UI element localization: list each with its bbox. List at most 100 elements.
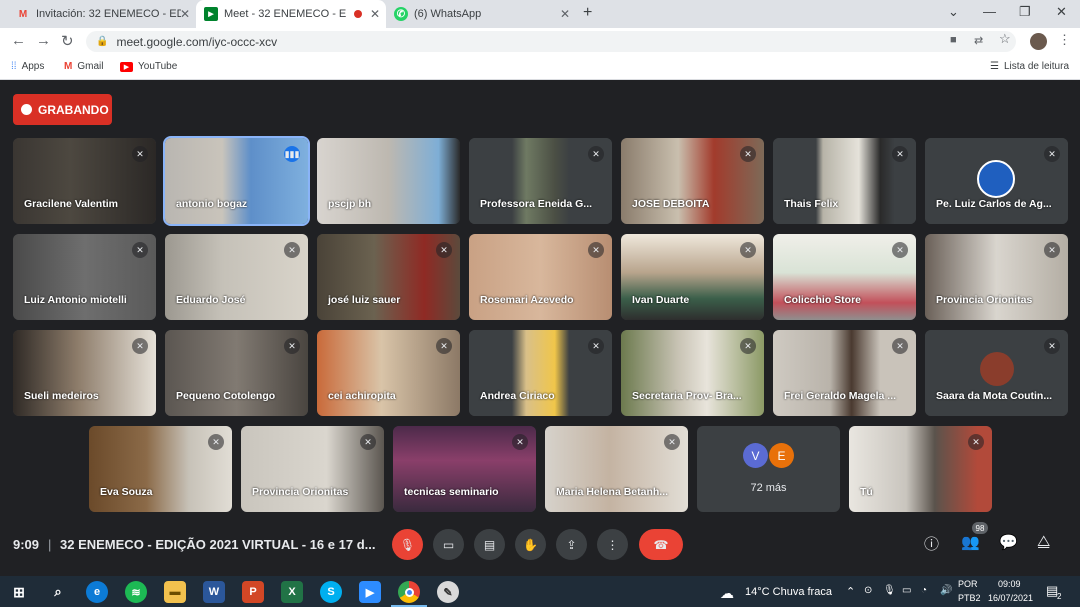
spotify-icon[interactable]: ≋ xyxy=(125,581,147,603)
raise-hand-button[interactable]: ✋ xyxy=(515,529,546,560)
participant-tile[interactable]: ✕ Pequeno Cotolengo xyxy=(165,330,308,416)
powerpoint-icon[interactable]: P xyxy=(242,581,264,603)
meeting-clock: 9:09 xyxy=(13,537,40,552)
captions-button[interactable]: ▤ xyxy=(474,529,505,560)
volume-icon[interactable]: 🔊 xyxy=(940,585,952,596)
participant-tile[interactable]: ✕ Provincia Orionitas xyxy=(241,426,384,512)
mic-muted-icon: ✕ xyxy=(740,146,756,162)
bookmark-label: Lista de leitura xyxy=(1003,61,1070,72)
mic-muted-icon: ✕ xyxy=(436,242,452,258)
participant-tile[interactable]: pscjp bh xyxy=(317,138,460,224)
keyboard-layout[interactable]: PTB2 xyxy=(958,593,981,603)
video-feed xyxy=(317,138,460,224)
participant-tile[interactable]: ✕ Sueli medeiros xyxy=(13,330,156,416)
divider: | xyxy=(48,537,52,552)
language-code[interactable]: POR xyxy=(958,579,978,589)
bookmark-apps[interactable]: ⁞⁞ Apps xyxy=(11,61,44,72)
more-participants-tile[interactable]: V E 72 más xyxy=(697,426,840,512)
windows-start-icon[interactable]: ⊞ xyxy=(8,581,30,603)
chrome-icon[interactable] xyxy=(398,581,420,603)
translate-icon[interactable]: ⇄ xyxy=(974,34,983,47)
minimize-button[interactable]: — xyxy=(983,4,996,19)
participant-tile[interactable]: ✕ Pe. Luiz Carlos de Ag... xyxy=(925,138,1068,224)
participant-tile[interactable]: ✕ Saara da Mota Coutin... xyxy=(925,330,1068,416)
participant-tile-self[interactable]: ✕ Tú xyxy=(849,426,992,512)
participant-tile[interactable]: ▮▮▮ antonio bogaz xyxy=(163,136,310,226)
tab-gmail[interactable]: M Invitación: 32 ENEMECO - EDIÇÃ ✕ xyxy=(8,0,196,28)
participant-tile[interactable]: ✕ Luiz Antonio miotelli xyxy=(13,234,156,320)
skype-icon[interactable]: S xyxy=(320,581,342,603)
more-options-button[interactable]: ⋮ xyxy=(597,529,628,560)
recording-badge: GRABANDO xyxy=(13,94,112,125)
participant-tile[interactable]: ✕ cei achiropita xyxy=(317,330,460,416)
mic-muted-icon: ✕ xyxy=(588,242,604,258)
bookmark-youtube[interactable]: ▶ YouTube xyxy=(120,61,177,72)
word-icon[interactable]: W xyxy=(203,581,225,603)
reading-list[interactable]: ☰ Lista de leitura xyxy=(990,61,1069,72)
tray-icon[interactable]: ⊙ xyxy=(864,585,872,596)
new-tab-button[interactable]: + xyxy=(583,4,592,22)
participant-tile[interactable]: ✕ Ivan Duarte xyxy=(621,234,764,320)
activities-icon[interactable]: ⧋ xyxy=(1037,533,1050,550)
camera-toggle-button[interactable]: ▭ xyxy=(433,529,464,560)
close-icon[interactable]: ✕ xyxy=(180,7,190,21)
chat-icon[interactable]: 💬 xyxy=(999,533,1018,551)
restore-button[interactable]: ❐ xyxy=(1019,4,1031,20)
tab-whatsapp[interactable]: ✆ (6) WhatsApp ✕ xyxy=(386,0,576,28)
chevron-up-icon[interactable]: ⌃ xyxy=(846,585,855,598)
close-icon[interactable]: ✕ xyxy=(560,7,570,21)
participant-tile[interactable]: ✕ Eduardo José xyxy=(165,234,308,320)
present-screen-button[interactable]: ⇪ xyxy=(556,529,587,560)
leave-call-button[interactable]: ☎ xyxy=(639,529,683,560)
search-icon[interactable]: ⌕ xyxy=(47,581,69,603)
participant-name: Maria Helena Betanh... xyxy=(556,486,669,498)
battery-icon[interactable]: ▭ xyxy=(902,585,911,596)
people-icon[interactable]: 👥 xyxy=(961,533,980,551)
participant-tile[interactable]: ✕ Frei Geraldo Magela ... xyxy=(773,330,916,416)
microphone-icon[interactable]: 🎙 xyxy=(883,585,896,596)
participant-name: Colicchio Store xyxy=(784,294,862,306)
participant-tile[interactable]: ✕ Professora Eneida G... xyxy=(469,138,612,224)
zoom-icon[interactable]: ▶ xyxy=(359,581,381,603)
participant-tile[interactable]: ✕ Secretaria Prov- Bra... xyxy=(621,330,764,416)
weather-text[interactable]: 14°C Chuva fraca xyxy=(745,586,832,598)
file-explorer-icon[interactable]: ▬ xyxy=(164,581,186,603)
forward-icon[interactable]: → xyxy=(36,32,51,49)
participant-tile[interactable]: ✕ Thais Felix xyxy=(773,138,916,224)
close-icon[interactable]: ✕ xyxy=(370,7,380,21)
participant-tile[interactable]: ✕ Andrea Ciriaco xyxy=(469,330,612,416)
wifi-icon[interactable]: ◔ xyxy=(921,585,927,596)
participant-name: pscjp bh xyxy=(328,198,372,210)
mic-toggle-button[interactable]: 🎙 xyxy=(392,529,423,560)
participant-tile[interactable]: ✕ Maria Helena Betanh... xyxy=(545,426,688,512)
participant-name: Thais Felix xyxy=(784,198,839,210)
info-icon[interactable]: ⓘ xyxy=(924,533,939,554)
browser-menu-icon[interactable]: ⋮ xyxy=(1058,32,1071,48)
excel-icon[interactable]: X xyxy=(281,581,303,603)
participant-tile[interactable]: ✕ JOSE DEBOITA xyxy=(621,138,764,224)
app-icon[interactable]: ✎ xyxy=(437,581,459,603)
participant-tile[interactable]: ✕ Gracilene Valentim xyxy=(13,138,156,224)
back-icon[interactable]: ← xyxy=(11,32,26,49)
gmail-icon: M xyxy=(64,61,73,72)
window-close-button[interactable]: ✕ xyxy=(1056,4,1067,20)
bookmark-star-icon[interactable]: ☆ xyxy=(999,31,1011,47)
participant-tile[interactable]: ✕ tecnicas seminario xyxy=(393,426,536,512)
participant-tile[interactable]: ✕ josé luiz sauer xyxy=(317,234,460,320)
participant-tile[interactable]: ✕ Rosemari Azevedo xyxy=(469,234,612,320)
profile-avatar[interactable] xyxy=(1030,33,1047,50)
edge-icon[interactable]: e xyxy=(86,581,108,603)
reload-icon[interactable]: ↻ xyxy=(61,32,74,50)
taskbar-time[interactable]: 09:09 xyxy=(998,579,1021,589)
url-field[interactable]: 🔒 meet.google.com/iyc-occc-xcv xyxy=(86,31,1016,52)
tab-search-icon[interactable]: ⌄ xyxy=(948,4,959,20)
camera-icon[interactable]: ■ xyxy=(950,34,957,46)
participant-tile[interactable]: ✕ Eva Souza xyxy=(89,426,232,512)
taskbar-date[interactable]: 16/07/2021 xyxy=(988,593,1033,603)
mic-muted-icon: ✕ xyxy=(1044,242,1060,258)
participant-tile[interactable]: ✕ Provincia Orionitas xyxy=(925,234,1068,320)
cloud-icon: ☁ xyxy=(720,585,734,601)
bookmark-gmail[interactable]: M Gmail xyxy=(64,61,103,72)
tab-meet[interactable]: ▶ Meet - 32 ENEMECO - EDIÇ ✕ xyxy=(196,0,386,28)
participant-tile[interactable]: ✕ Colicchio Store xyxy=(773,234,916,320)
